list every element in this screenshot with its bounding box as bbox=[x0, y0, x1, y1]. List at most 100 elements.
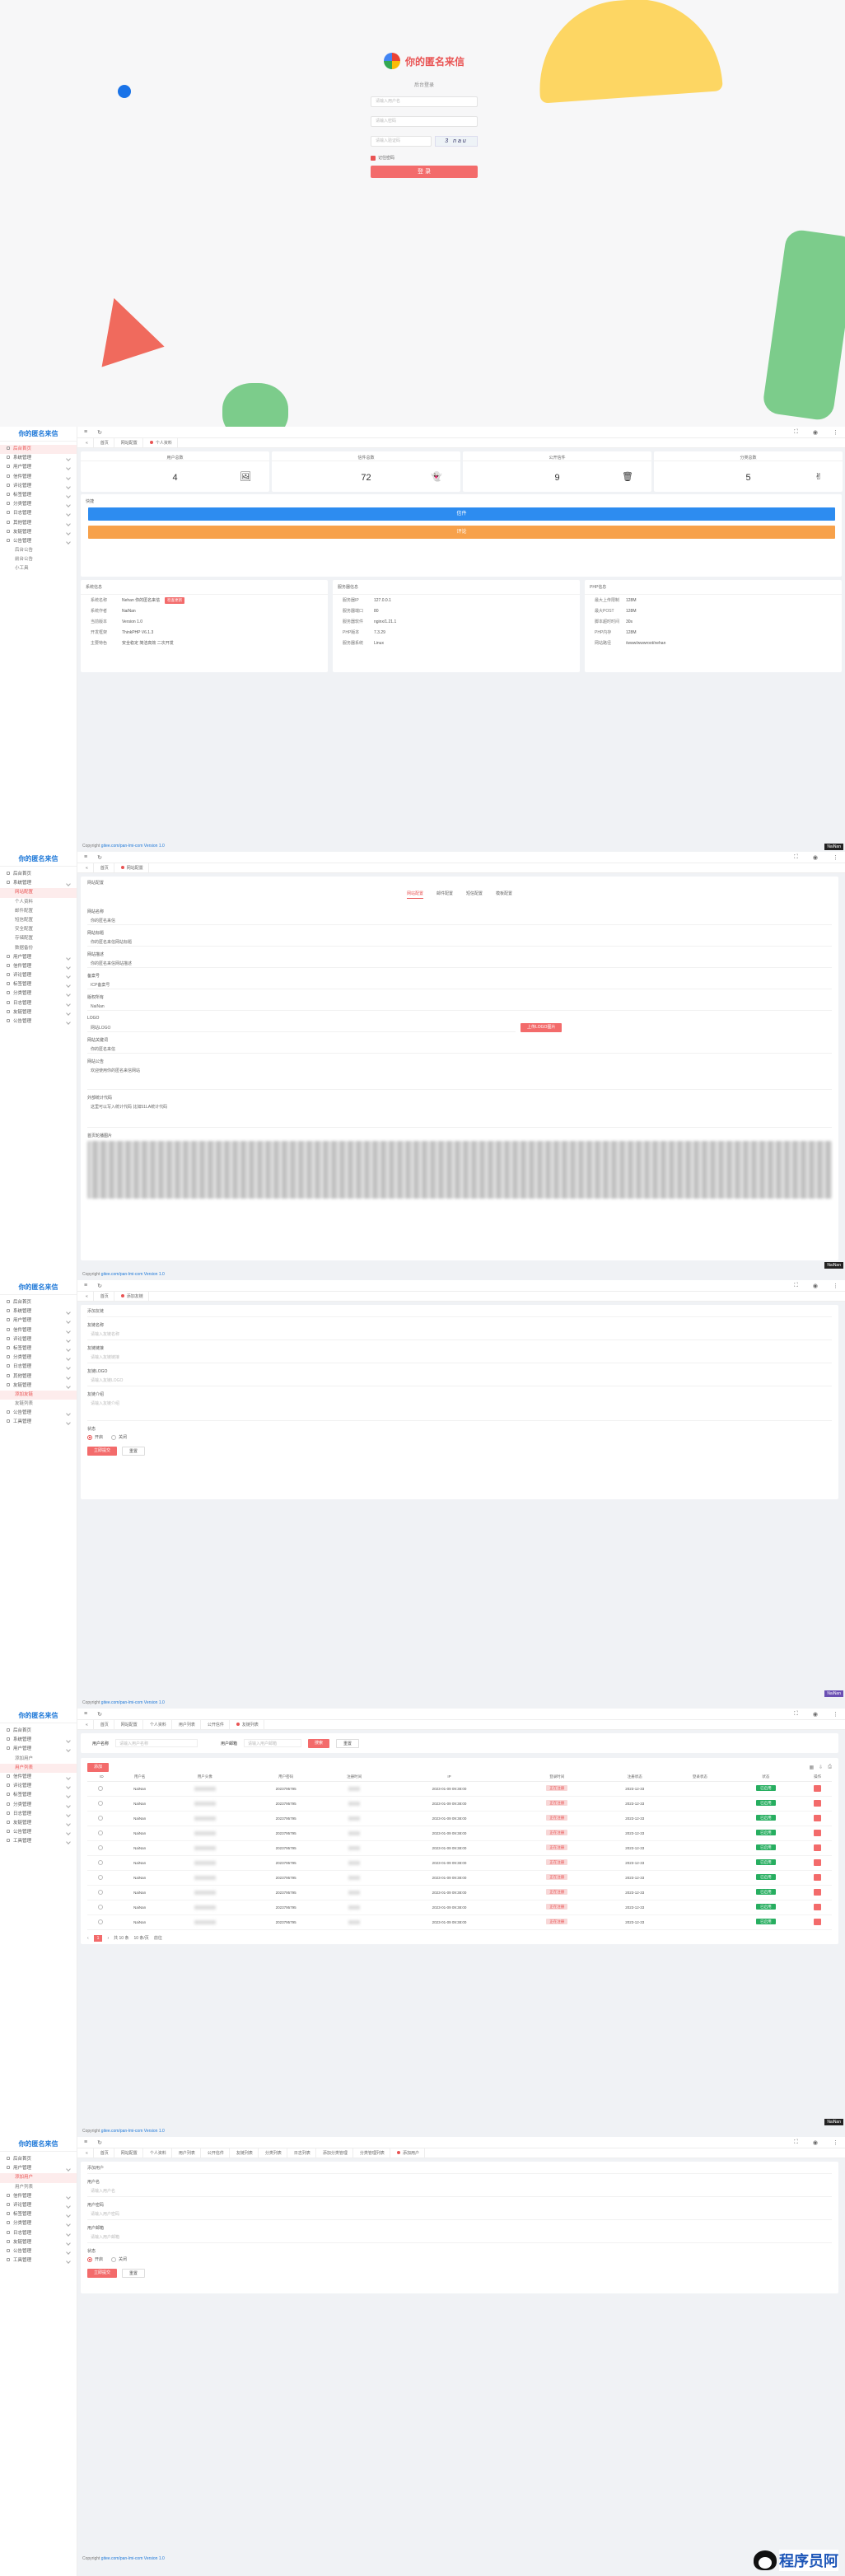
sidebar-item[interactable]: 用户管理 bbox=[0, 953, 77, 962]
sidebar-item[interactable]: 公告管理 bbox=[0, 1017, 77, 1026]
menu-toggle-icon[interactable]: ≡ bbox=[84, 2139, 87, 2145]
tab[interactable]: 个人资料 bbox=[145, 1719, 172, 1730]
reset-button[interactable]: 重置 bbox=[122, 1447, 146, 1456]
menu-toggle-icon[interactable]: ≡ bbox=[84, 1711, 87, 1717]
row-select[interactable] bbox=[97, 1875, 103, 1880]
sidebar-item[interactable]: 评论管理 bbox=[0, 2201, 77, 2210]
sidebar-item[interactable]: 标签管理 bbox=[0, 491, 77, 500]
row-select[interactable] bbox=[97, 1801, 103, 1806]
form-input[interactable]: 请输入友链链接 bbox=[87, 1353, 832, 1363]
letters-shortcut-button[interactable]: 信件 bbox=[88, 507, 835, 521]
tab[interactable]: 分类管理列表 bbox=[355, 2148, 390, 2158]
sidebar-item[interactable]: 信件管理 bbox=[0, 2192, 77, 2201]
menu-toggle-icon[interactable]: ≡ bbox=[84, 1283, 87, 1288]
more-icon[interactable]: ⋮ bbox=[833, 2139, 838, 2146]
tabs-left-icon[interactable]: « bbox=[81, 1719, 94, 1730]
sidebar-item[interactable]: 存储配置 bbox=[0, 934, 77, 943]
radio-on[interactable]: 开启 bbox=[87, 1434, 103, 1440]
sidebar-item[interactable]: 日志管理 bbox=[0, 509, 77, 518]
sidebar-item[interactable]: 小工具 bbox=[0, 564, 77, 573]
refresh-icon[interactable]: ↻ bbox=[97, 854, 102, 861]
refresh-icon[interactable]: ↻ bbox=[97, 1711, 102, 1718]
sidebar-item[interactable]: 分类管理 bbox=[0, 1801, 77, 1810]
sidebar-item[interactable]: 个人资料 bbox=[0, 898, 77, 907]
sidebar-item[interactable]: 用户列表 bbox=[0, 2183, 77, 2192]
user-icon[interactable]: ◉ bbox=[813, 2139, 818, 2146]
sidebar-item[interactable]: 评论管理 bbox=[0, 971, 77, 980]
settings-input[interactable]: 你的匿名来信网站标题 bbox=[87, 938, 832, 947]
sidebar-item[interactable]: 短信配置 bbox=[0, 916, 77, 925]
tab[interactable]: 网站配置 bbox=[116, 1719, 143, 1730]
sidebar-item[interactable]: 后台公告 bbox=[0, 546, 77, 555]
print-icon[interactable]: ⎙ bbox=[828, 1765, 832, 1770]
sidebar-item[interactable]: 安全配置 bbox=[0, 925, 77, 934]
captcha-image[interactable]: 3 nau bbox=[435, 136, 478, 147]
sidebar-item[interactable]: 友链管理 bbox=[0, 2238, 77, 2247]
sidebar-item[interactable]: 日志管理 bbox=[0, 999, 77, 1008]
sidebar-item[interactable]: 用户列表 bbox=[0, 1763, 77, 1773]
status-badge[interactable]: 已启用 bbox=[756, 1844, 776, 1850]
tab[interactable]: 首页 bbox=[96, 1719, 114, 1730]
tab[interactable]: 用户列表 bbox=[174, 2148, 201, 2158]
radio-off[interactable]: 关闭 bbox=[111, 2256, 127, 2262]
tab[interactable]: 个人资料 bbox=[145, 437, 178, 448]
row-select[interactable] bbox=[97, 1860, 103, 1865]
submit-button[interactable]: 立即提交 bbox=[87, 2269, 118, 2278]
menu-toggle-icon[interactable]: ≡ bbox=[84, 854, 87, 860]
remember-checkbox[interactable] bbox=[371, 155, 376, 161]
settings-tab[interactable]: 模板配置 bbox=[496, 891, 512, 899]
sidebar-item[interactable]: 公告管理 bbox=[0, 1828, 77, 1837]
tab[interactable]: 个人资料 bbox=[145, 2148, 172, 2158]
form-input[interactable]: 请输入用户邮箱 bbox=[87, 2233, 832, 2243]
logo-input[interactable]: 网站LOGO bbox=[87, 1024, 516, 1032]
status-badge[interactable]: 已启用 bbox=[756, 1785, 776, 1791]
delete-button[interactable] bbox=[814, 1888, 822, 1896]
form-input[interactable]: 请输入友链名称 bbox=[87, 1330, 832, 1340]
tab[interactable]: 公开信件 bbox=[203, 1719, 230, 1730]
tab[interactable]: 用户列表 bbox=[174, 1719, 201, 1730]
delete-button[interactable] bbox=[814, 1918, 822, 1925]
delete-button[interactable] bbox=[814, 1784, 822, 1792]
username-input[interactable]: 请输入用户名 bbox=[371, 96, 478, 107]
sidebar-item[interactable]: 网站配置 bbox=[0, 888, 77, 898]
sidebar-item[interactable]: 标签管理 bbox=[0, 1344, 77, 1353]
sidebar-item[interactable]: 用户管理 bbox=[0, 1316, 77, 1325]
tab[interactable]: 首页 bbox=[96, 2148, 114, 2158]
sidebar-item[interactable]: 添加友链 bbox=[0, 1390, 77, 1400]
sidebar-item[interactable]: 友链列表 bbox=[0, 1400, 77, 1409]
sidebar-item[interactable]: 用户管理 bbox=[0, 1745, 77, 1754]
sidebar-item[interactable]: 分类管理 bbox=[0, 500, 77, 509]
sidebar-item[interactable]: 评论管理 bbox=[0, 482, 77, 491]
reset-button[interactable]: 重置 bbox=[122, 2269, 146, 2278]
sidebar-item[interactable]: 公告管理 bbox=[0, 537, 77, 546]
user-icon[interactable]: ◉ bbox=[813, 854, 818, 861]
row-select[interactable] bbox=[97, 1905, 103, 1910]
refresh-icon[interactable]: ↻ bbox=[97, 1283, 102, 1289]
tab[interactable]: 首页 bbox=[96, 437, 114, 448]
prev-page-icon[interactable]: ‹ bbox=[87, 1936, 89, 1941]
tabs-left-icon[interactable]: « bbox=[81, 863, 94, 873]
sidebar-item[interactable]: 邮件配置 bbox=[0, 907, 77, 916]
tab[interactable]: 网站配置 bbox=[116, 437, 143, 448]
settings-input[interactable]: NaiNan bbox=[87, 1003, 832, 1011]
sidebar-item[interactable]: 工具管理 bbox=[0, 2256, 77, 2265]
sidebar-item[interactable]: 工具管理 bbox=[0, 1837, 77, 1846]
fullscreen-icon[interactable]: ⛶ bbox=[794, 1711, 798, 1718]
add-user-button[interactable]: 添加 bbox=[87, 1762, 110, 1772]
row-select[interactable] bbox=[97, 1816, 103, 1821]
sidebar-item[interactable]: 系统管理 bbox=[0, 1307, 77, 1316]
sidebar-item[interactable]: 评论管理 bbox=[0, 1335, 77, 1344]
tab[interactable]: 友链列表 bbox=[231, 2148, 259, 2158]
sidebar-item[interactable]: 工具管理 bbox=[0, 1418, 77, 1427]
status-badge[interactable]: 已启用 bbox=[756, 1889, 776, 1895]
page-button[interactable]: 1 bbox=[93, 1934, 103, 1942]
user-icon[interactable]: ◉ bbox=[813, 1283, 818, 1289]
username-search-input[interactable]: 请输入用户名称 bbox=[115, 1739, 198, 1747]
upload-logo-button[interactable]: 上传LOGO图片 bbox=[521, 1023, 563, 1032]
sidebar-item[interactable]: 用户管理 bbox=[0, 463, 77, 472]
delete-button[interactable] bbox=[814, 1844, 822, 1851]
page-size-select[interactable]: 10 条/页 bbox=[133, 1935, 148, 1941]
tab[interactable]: 添加友链 bbox=[116, 1291, 149, 1302]
fullscreen-icon[interactable]: ⛶ bbox=[794, 2139, 798, 2146]
sidebar-item[interactable]: 前台公告 bbox=[0, 555, 77, 564]
